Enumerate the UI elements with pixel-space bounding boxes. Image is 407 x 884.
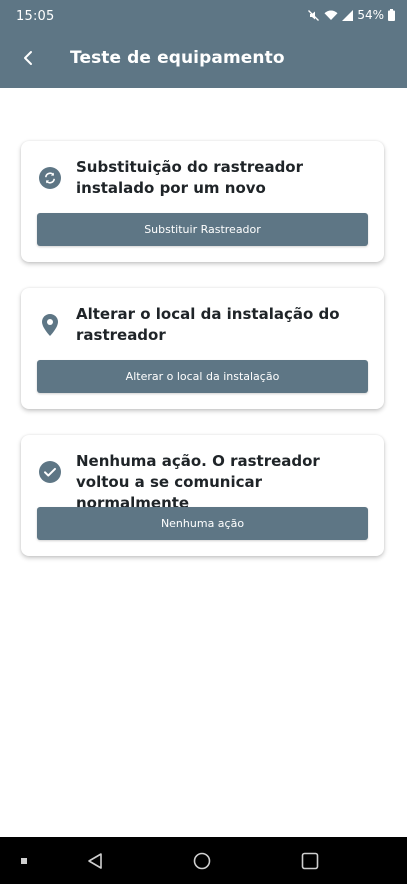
app-bar: Teste de equipamento [0,32,407,88]
replace-tracker-button[interactable]: Substituir Rastreador [37,213,368,246]
system-nav-bar [0,837,407,884]
battery-level: 54% [357,8,384,22]
sync-icon [39,167,61,189]
page-title: Teste de equipamento [70,48,285,68]
status-bar: 15:05 54% [0,0,407,32]
option-title: Nenhuma ação. O rastreador voltou a se c… [76,452,320,512]
wifi-icon [324,9,338,21]
option-card-change-location: Alterar o local da instalação do rastrea… [21,288,384,409]
check-circle-icon [39,461,61,483]
chevron-left-icon [22,50,34,70]
status-icons: 54% [307,8,395,22]
option-card-replace: Substituição do rastreador instalado por… [21,141,384,262]
home-circle-icon[interactable] [187,837,217,884]
status-time: 15:05 [16,9,55,24]
signal-icon [342,9,354,21]
option-title: Substituição do rastreador instalado por… [76,158,304,197]
option-card-no-action: Nenhuma ação. O rastreador voltou a se c… [21,435,384,556]
back-button[interactable] [14,46,42,74]
mute-icon [307,9,320,22]
no-action-button[interactable]: Nenhuma ação [37,507,368,540]
battery-icon [388,9,395,21]
back-triangle-icon[interactable] [80,837,110,884]
change-location-button[interactable]: Alterar o local da instalação [37,360,368,393]
option-title: Alterar o local da instalação do rastrea… [76,305,340,344]
location-pin-icon [39,314,61,336]
recents-dot-icon[interactable] [14,837,34,884]
overview-square-icon[interactable] [295,837,325,884]
